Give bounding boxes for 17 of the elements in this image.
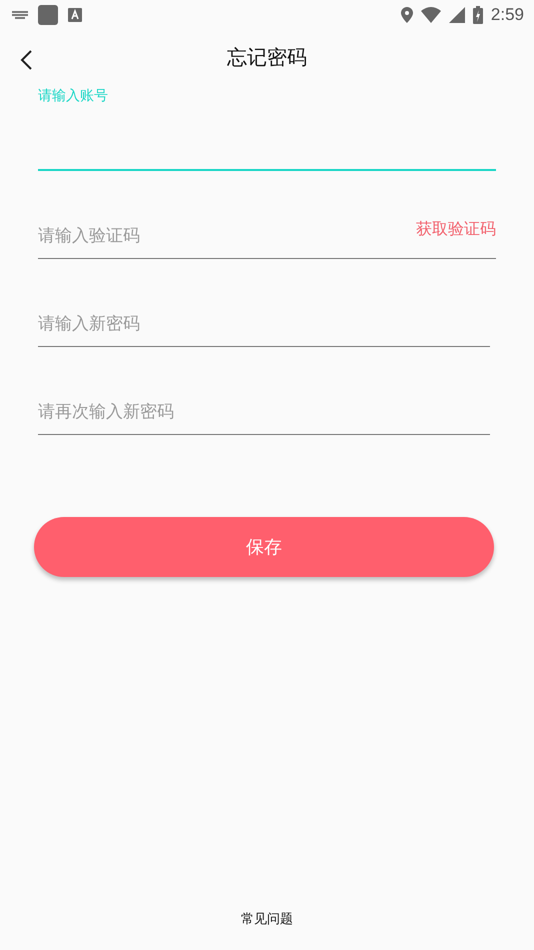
faq-link[interactable]: 常见问题	[239, 908, 295, 930]
battery-icon	[472, 6, 483, 24]
page-title: 忘记密码	[227, 44, 307, 71]
keyboard-icon	[12, 10, 28, 20]
clock-time: 2:59	[490, 5, 524, 25]
save-button[interactable]: 保存	[34, 517, 494, 577]
wifi-icon	[420, 7, 441, 23]
back-icon	[20, 50, 32, 70]
input-field[interactable]: 请再次输入新密码	[38, 402, 490, 434]
input-field[interactable]: 请输入账号	[38, 85, 496, 169]
input-field[interactable]: 请输入新密码	[38, 314, 490, 346]
get-code-link[interactable]: 获取验证码	[416, 219, 496, 258]
location-icon	[400, 7, 413, 23]
input-field[interactable]: 请输入验证码	[38, 226, 416, 258]
font-icon	[68, 8, 82, 22]
app-icon	[38, 5, 58, 25]
signal-icon	[448, 7, 465, 23]
